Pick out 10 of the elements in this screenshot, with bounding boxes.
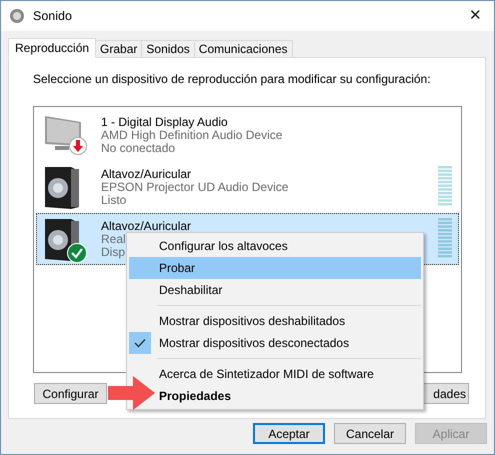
device-name: Altavoz/Auricular [101, 220, 192, 232]
device-status: Listo [101, 194, 128, 206]
device-driver: Real [101, 232, 127, 246]
instruction-text: Seleccione un dispositivo de reproducción para modificar su configuración: [33, 71, 431, 88]
window-title: Sonido [33, 8, 72, 25]
device-name: 1 - Digital Display Audio [101, 116, 229, 128]
device-status: No conectado [101, 142, 176, 154]
device-name: Altavoz/Auricular [101, 168, 192, 180]
device-driver: AMD High Definition Audio Device [101, 128, 282, 142]
device-driver: EPSON Projector UD Audio Device [101, 180, 288, 194]
